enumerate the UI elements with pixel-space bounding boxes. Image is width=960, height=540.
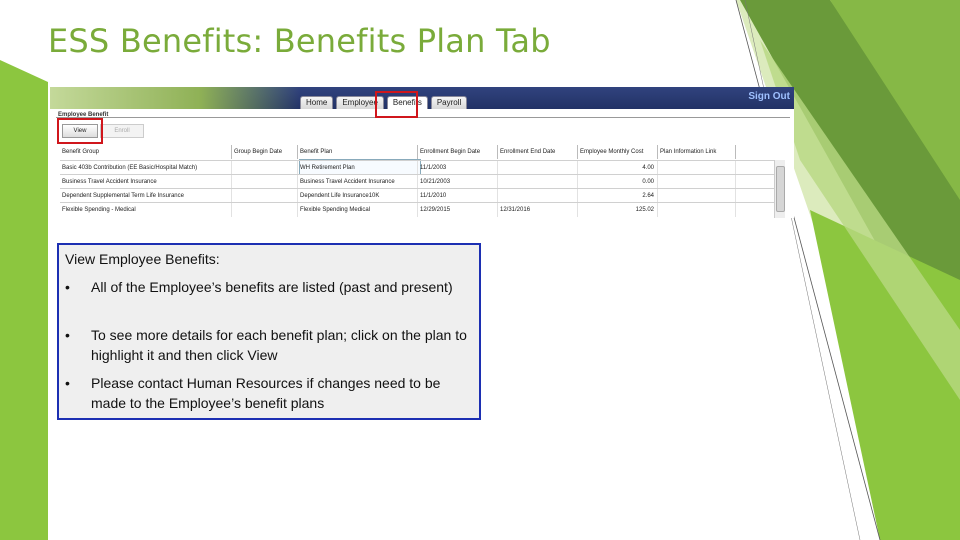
table-row[interactable]: Flexible Spending - Medical Flexible Spe… [60,202,782,217]
cell-monthly-cost: 2.64 [578,189,658,203]
instruction-item: All of the Employee’s benefits are liste… [91,279,453,295]
cell-enrollment-end-date [498,161,578,175]
sign-out-link[interactable]: Sign Out [748,91,790,102]
cell-enrollment-end-date [498,175,578,189]
cell-benefit-plan[interactable]: WH Retirement Plan [298,161,418,175]
table-scrollbar[interactable] [774,160,785,218]
bullet-marker: • [65,279,70,295]
scrollbar-thumb[interactable] [776,166,785,212]
table-row[interactable]: Basic 403b Contribution (EE Basic/Hospit… [60,160,782,175]
bullet-marker: • [65,327,70,343]
instructions-heading: View Employee Benefits: [65,251,220,267]
instructions-box: View Employee Benefits: • All of the Emp… [57,243,481,420]
instruction-item: To see more details for each benefit pla… [91,327,467,363]
bullet-marker: • [65,375,70,391]
column-header[interactable]: Enrollment End Date [498,145,578,159]
cell-group-begin-date [232,203,298,217]
instruction-item: Please contact Human Resources if change… [91,375,441,411]
cell-monthly-cost: 125.02 [578,203,658,217]
cell-benefit-plan[interactable]: Flexible Spending Medical [298,203,418,217]
cell-plan-info-link[interactable] [658,203,736,217]
cell-monthly-cost: 4.00 [578,161,658,175]
cell-plan-info-link[interactable] [658,189,736,203]
column-header[interactable]: Enrollment Begin Date [418,145,498,159]
header-decor [50,87,300,109]
enroll-button[interactable]: Enroll [100,124,144,138]
cell-enrollment-end-date [498,189,578,203]
slide-title: ESS Benefits: Benefits Plan Tab [48,22,551,60]
table-row[interactable]: Dependent Supplemental Term Life Insuran… [60,188,782,203]
cell-benefit-group: Dependent Supplemental Term Life Insuran… [60,189,232,203]
cell-benefit-group: Basic 403b Contribution (EE Basic/Hospit… [60,161,232,175]
cell-enrollment-begin-date: 12/29/2015 [418,203,498,217]
cell-monthly-cost: 0.00 [578,175,658,189]
cell-enrollment-end-date: 12/31/2016 [498,203,578,217]
cell-benefit-group: Flexible Spending - Medical [60,203,232,217]
column-header[interactable]: Plan Information Link [658,145,736,159]
cell-enrollment-begin-date: 11/1/2010 [418,189,498,203]
cell-group-begin-date [232,161,298,175]
benefits-tab-callout [375,91,418,118]
column-header[interactable]: Benefit Plan [298,145,418,159]
tab-home[interactable]: Home [300,96,334,109]
cell-benefit-group: Business Travel Accident Insurance [60,175,232,189]
column-header[interactable]: Employee Monthly Cost [578,145,658,159]
column-header[interactable]: Benefit Group [60,145,232,159]
cell-plan-info-link[interactable] [658,175,736,189]
table-row[interactable]: Business Travel Accident Insurance Busin… [60,174,782,189]
cell-benefit-plan[interactable]: Business Travel Accident Insurance [298,175,418,189]
cell-plan-info-link[interactable] [658,161,736,175]
divider [56,117,790,118]
cell-benefit-plan[interactable]: Dependent Life Insurance10K [298,189,418,203]
tab-payroll[interactable]: Payroll [430,96,468,109]
view-button-callout [57,118,103,144]
benefits-screenshot: Home Employee Benefits Payroll Sign Out … [50,87,794,218]
cell-enrollment-begin-date: 11/1/2003 [418,161,498,175]
cell-enrollment-begin-date: 10/21/2003 [418,175,498,189]
cell-group-begin-date [232,189,298,203]
cell-group-begin-date [232,175,298,189]
column-header[interactable]: Group Begin Date [232,145,298,159]
